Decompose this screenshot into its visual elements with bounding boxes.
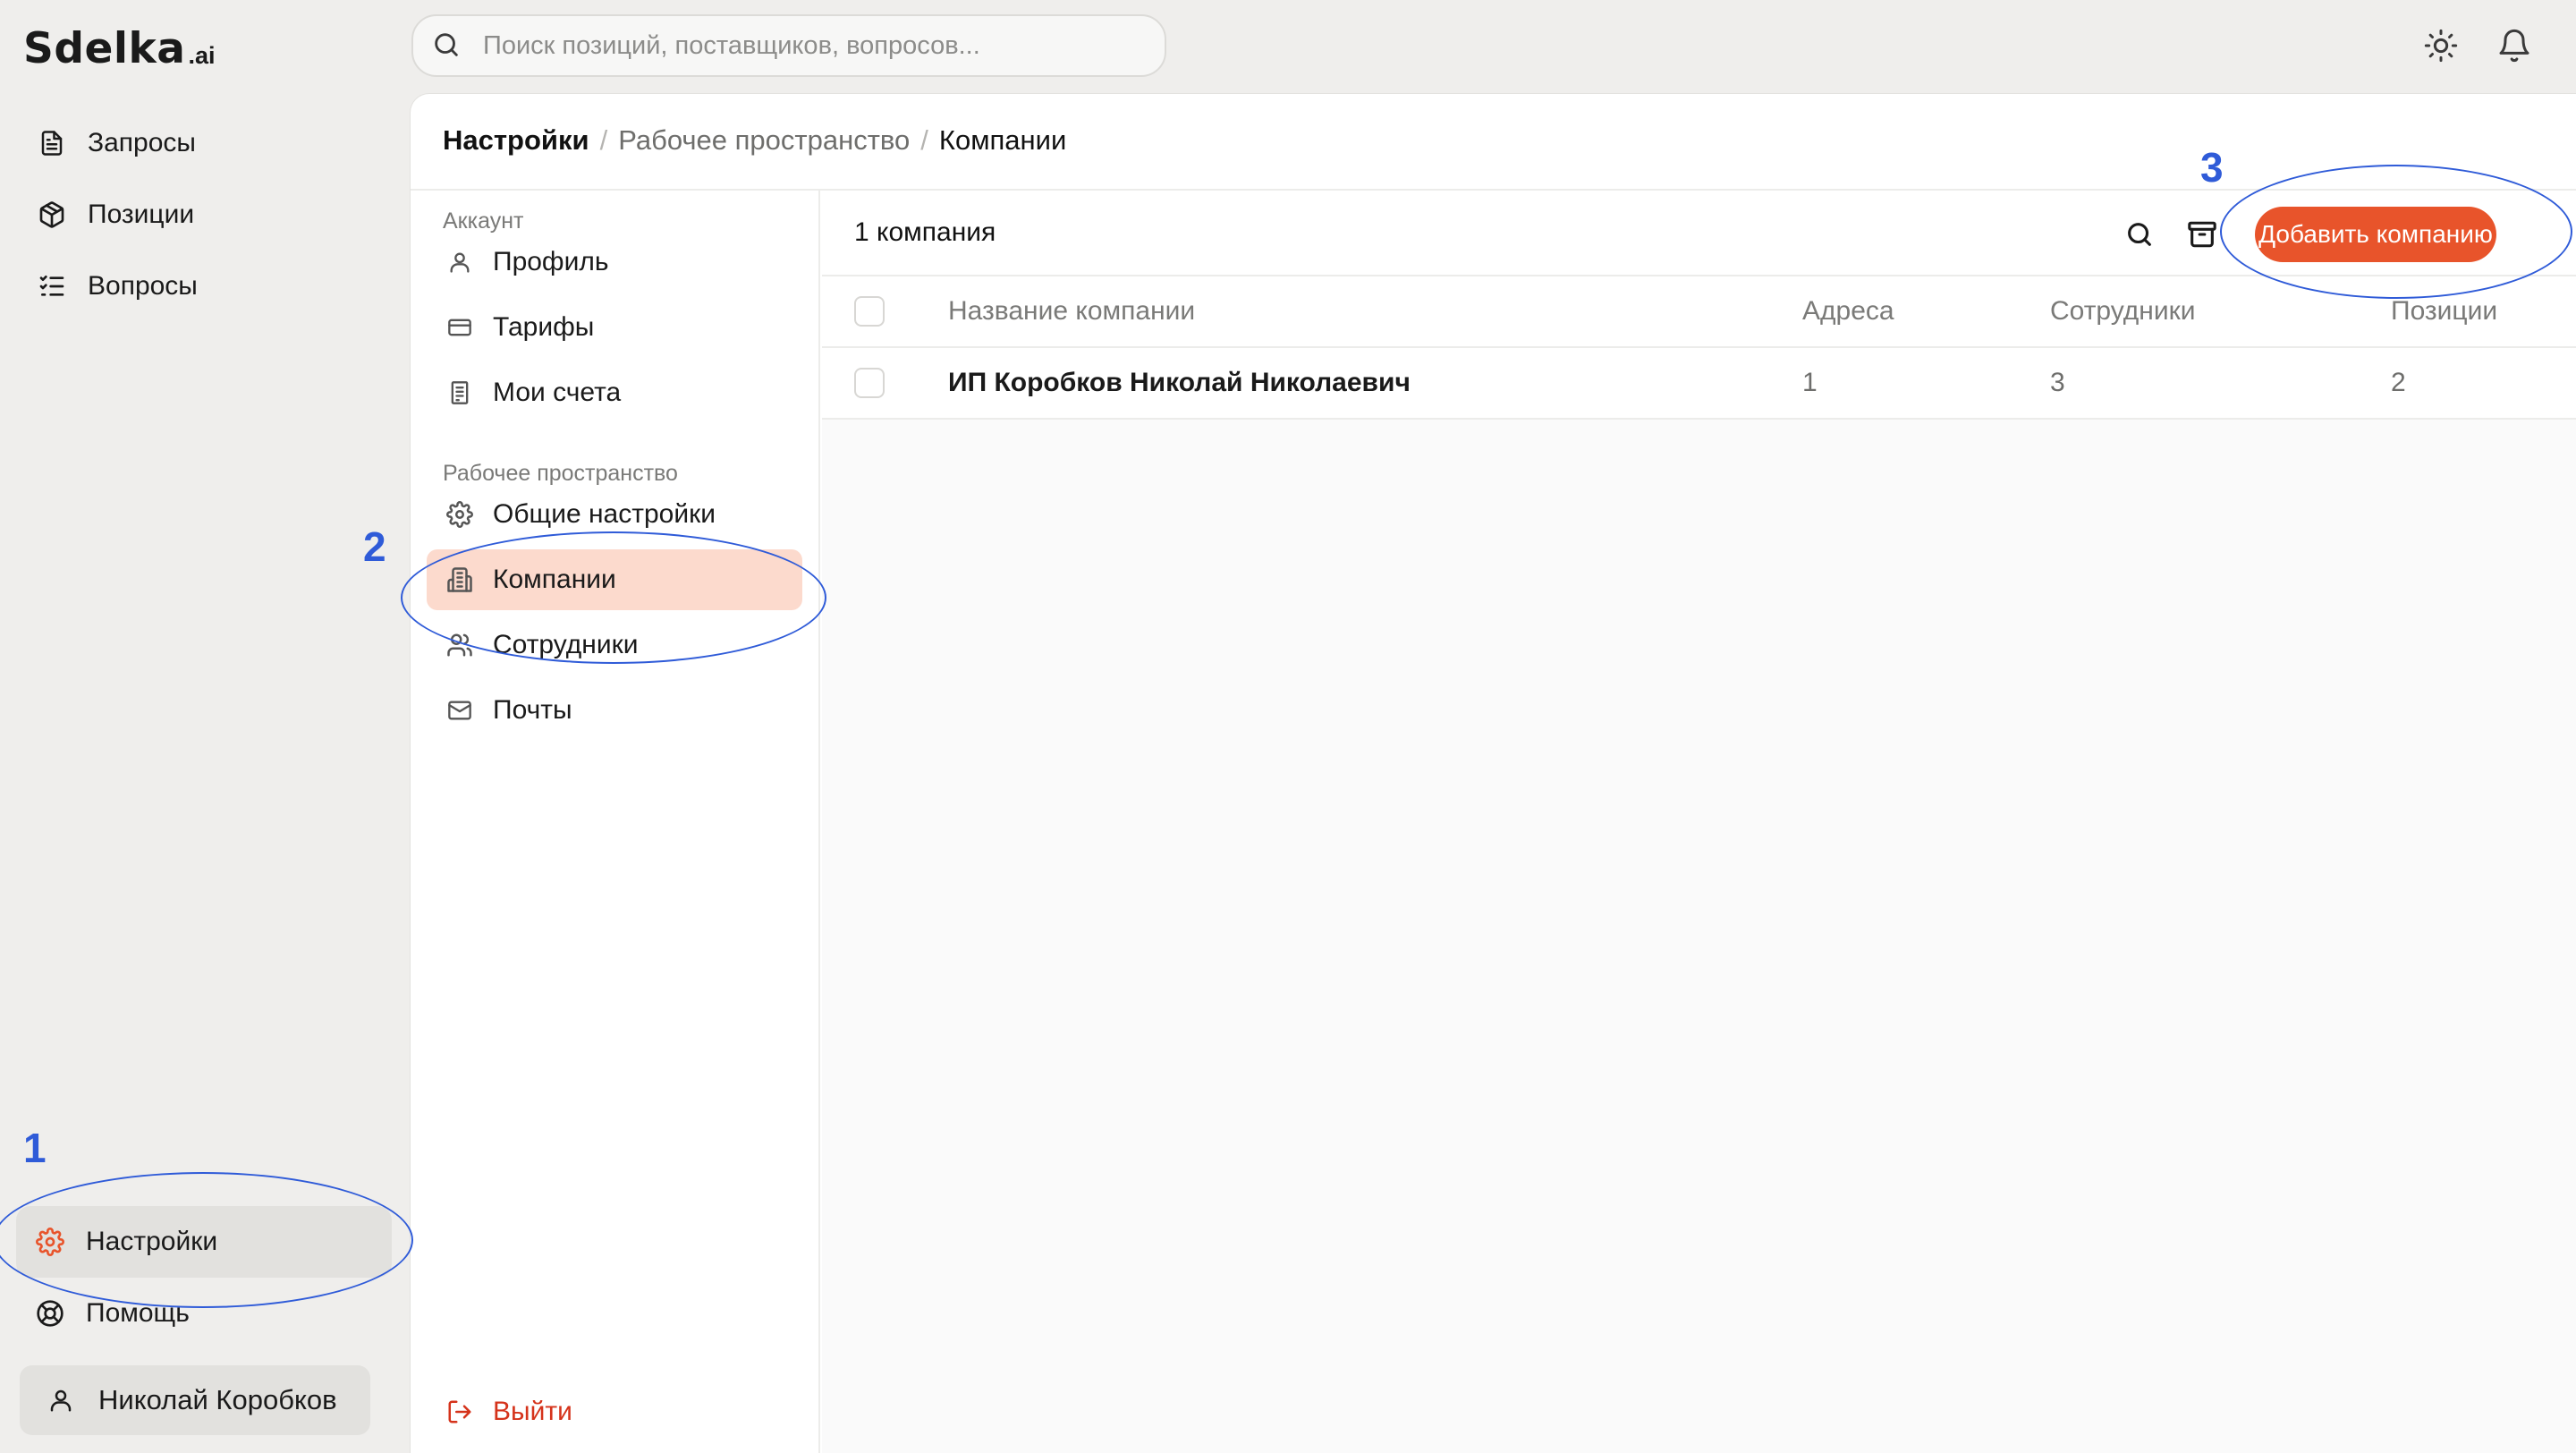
breadcrumb-separator: /	[920, 124, 928, 156]
table-row[interactable]: ИП Коробков Николай Николаевич 1 3 2	[822, 348, 2576, 420]
nav-label: Запросы	[88, 128, 196, 157]
nav-item-settings[interactable]: Настройки	[16, 1206, 392, 1278]
breadcrumb-settings[interactable]: Настройки	[443, 124, 589, 157]
settings-item-label: Общие настройки	[493, 499, 716, 529]
account-heading: Аккаунт	[443, 208, 524, 234]
add-company-button[interactable]: Добавить компанию	[2255, 207, 2496, 262]
user-icon	[45, 1384, 77, 1416]
settings-item-label: Тарифы	[493, 312, 595, 342]
global-search[interactable]	[411, 14, 1166, 77]
annotation-number: 1	[23, 1125, 47, 1171]
table-header: Название компании Адреса Сотрудники Пози…	[822, 276, 2576, 348]
companies-count: 1 компания	[854, 217, 996, 247]
column-header-name[interactable]: Название компании	[948, 296, 1195, 327]
nav-label: Позиции	[88, 200, 195, 229]
settings-item-label: Сотрудники	[493, 630, 639, 659]
logo-text: Sdelka	[23, 24, 186, 73]
settings-item-invoices[interactable]: Мои счета	[427, 362, 802, 423]
breadcrumb-separator: /	[599, 124, 608, 156]
company-positions: 2	[2391, 368, 2406, 397]
search-icon[interactable]	[2119, 214, 2160, 255]
settings-item-general[interactable]: Общие настройки	[427, 484, 802, 545]
checklist-icon	[36, 270, 68, 302]
bell-icon[interactable]	[2492, 23, 2537, 68]
user-profile-button[interactable]: Николай Коробков	[20, 1365, 370, 1435]
building-icon	[445, 565, 475, 595]
bottom-nav: Настройки Помощь	[16, 1206, 392, 1349]
mail-icon	[445, 695, 475, 726]
settings-item-mail[interactable]: Почты	[427, 680, 802, 741]
companies-content: 1 компания Добавить компанию Название ко…	[822, 191, 2576, 1453]
nav-item-questions[interactable]: Вопросы	[18, 251, 376, 322]
nav-item-requests[interactable]: Запросы	[18, 107, 376, 179]
companies-table: Название компании Адреса Сотрудники Пози…	[822, 276, 2576, 420]
settings-panel: Настройки / Рабочее пространство / Компа…	[410, 93, 2576, 1453]
sun-icon[interactable]	[2419, 23, 2463, 68]
main-nav: Запросы Позиции Вопросы	[18, 107, 376, 322]
settings-item-companies[interactable]: Компании	[427, 549, 802, 610]
nav-item-help[interactable]: Помощь	[16, 1278, 392, 1349]
settings-item-label: Мои счета	[493, 378, 622, 407]
company-name[interactable]: ИП Коробков Николай Николаевич	[948, 368, 1411, 398]
lifebuoy-icon	[34, 1297, 66, 1330]
nav-label: Настройки	[86, 1227, 218, 1256]
settings-item-label: Профиль	[493, 247, 609, 276]
archive-icon[interactable]	[2182, 214, 2223, 255]
annotation-number: 2	[363, 523, 386, 570]
box-icon	[36, 199, 68, 231]
companies-toolbar: 1 компания Добавить компанию	[822, 191, 2576, 276]
logout-button[interactable]: Выйти	[427, 1381, 802, 1442]
workspace-heading: Рабочее пространство	[443, 461, 678, 486]
row-checkbox[interactable]	[854, 368, 885, 398]
breadcrumb-current: Компании	[938, 124, 1067, 156]
settings-item-label: Почты	[493, 695, 572, 725]
settings-item-label: Компании	[493, 565, 616, 594]
gear-icon	[34, 1226, 66, 1258]
receipt-icon	[445, 378, 475, 408]
nav-item-positions[interactable]: Позиции	[18, 179, 376, 251]
company-employees: 3	[2050, 368, 2065, 397]
settings-item-tariffs[interactable]: Тарифы	[427, 297, 802, 358]
breadcrumb: Настройки / Рабочее пространство / Компа…	[443, 124, 1066, 157]
logout-label: Выйти	[493, 1397, 572, 1426]
logout-icon	[445, 1397, 475, 1427]
select-all-checkbox[interactable]	[854, 296, 885, 327]
column-header-employees[interactable]: Сотрудники	[2050, 296, 2196, 327]
users-icon	[445, 630, 475, 660]
user-icon	[445, 247, 475, 277]
card-icon	[445, 312, 475, 343]
search-icon	[431, 30, 463, 62]
column-header-addresses[interactable]: Адреса	[1802, 296, 1894, 327]
company-addresses: 1	[1802, 368, 1818, 397]
settings-item-employees[interactable]: Сотрудники	[427, 615, 802, 676]
logo-suffix: .ai	[188, 42, 216, 69]
column-header-positions[interactable]: Позиции	[2391, 296, 2497, 327]
settings-item-profile[interactable]: Профиль	[427, 232, 802, 293]
nav-label: Вопросы	[88, 271, 198, 301]
nav-label: Помощь	[86, 1298, 190, 1328]
breadcrumb-workspace[interactable]: Рабочее пространство	[618, 124, 910, 157]
user-name: Николай Коробков	[98, 1384, 337, 1415]
app-logo[interactable]: Sdelka .ai	[23, 16, 215, 70]
gear-icon	[445, 499, 475, 530]
settings-nav: Аккаунт Профиль Тарифы Мои счета Рабочее…	[411, 191, 820, 1453]
search-input[interactable]	[483, 30, 1145, 61]
annotation-number: 3	[2200, 144, 2224, 191]
document-icon	[36, 127, 68, 159]
